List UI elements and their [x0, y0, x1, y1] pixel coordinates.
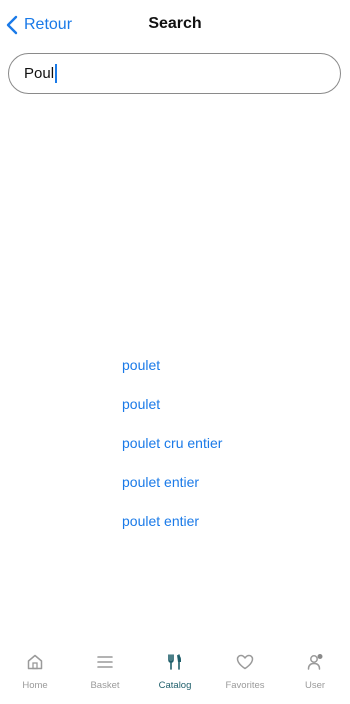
tab-label: Home — [22, 680, 48, 691]
text-caret — [55, 64, 58, 83]
tab-bar: Home Basket Catalog Favorites User — [0, 650, 350, 704]
tab-basket[interactable]: Basket — [74, 650, 136, 704]
tab-home[interactable]: Home — [4, 650, 66, 704]
tab-label: Favorites — [225, 680, 265, 691]
tab-label: Basket — [90, 680, 120, 691]
tab-user[interactable]: User — [284, 650, 346, 704]
tab-label: User — [304, 680, 326, 691]
page-title: Search — [148, 15, 202, 32]
list-icon — [97, 656, 113, 668]
search-input-value: Poul — [24, 65, 55, 82]
tab-favorites[interactable]: Favorites — [214, 650, 276, 704]
search-screen: Retour Search Poul poulet poulet poulet … — [0, 0, 350, 704]
suggestion-item[interactable]: poulet cru entier — [122, 434, 322, 473]
user-icon — [307, 654, 323, 670]
home-icon — [27, 654, 43, 670]
search-input[interactable]: Poul — [8, 53, 341, 94]
tab-label: Catalog — [158, 680, 192, 691]
suggestion-item[interactable]: poulet — [122, 356, 322, 395]
suggestion-item[interactable]: poulet entier — [122, 473, 322, 512]
navigation-bar: Retour Search — [0, 0, 350, 50]
suggestion-item[interactable]: poulet entier — [122, 512, 322, 551]
suggestion-item[interactable]: poulet — [122, 395, 322, 434]
suggestion-list: poulet poulet poulet cru entier poulet e… — [122, 356, 322, 551]
tab-catalog[interactable]: Catalog — [144, 650, 206, 704]
fork-knife-icon — [168, 654, 181, 670]
heart-icon — [236, 654, 254, 670]
